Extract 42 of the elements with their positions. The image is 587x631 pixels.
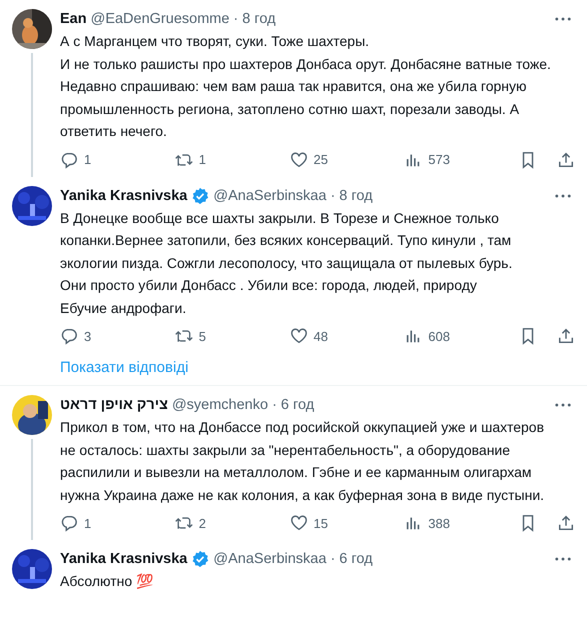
author-handle[interactable]: @EaDenGruesomme	[90, 11, 230, 27]
post-text: А с Марганцем что творят, суки. Тоже шахтеры. И не только рашисты про шахтеров Донбаса орут. Донбасяне ватные тоже. Недавно спрашиваю: чем вам раша так нравится, она же убила горную промышленность региона, затоплено сотню шахт, порезали заводы. А ответить нечего.	[60, 32, 552, 141]
reply-count: 3	[84, 328, 92, 344]
more-icon[interactable]	[555, 17, 571, 21]
author-handle[interactable]: @AnaSerbinskaa	[213, 188, 326, 204]
post-time[interactable]: · 8 год	[233, 11, 276, 27]
repost-count: 1	[198, 152, 206, 167]
reply-icon[interactable]	[60, 327, 78, 345]
heart-icon[interactable]	[290, 514, 308, 532]
share-icon[interactable]	[557, 327, 575, 345]
more-icon[interactable]	[555, 403, 571, 407]
heart-icon[interactable]	[290, 327, 308, 345]
reply-count: 1	[84, 516, 92, 530]
repost-count: 2	[198, 516, 206, 530]
author-name[interactable]: Ean	[60, 11, 87, 27]
post-time[interactable]: · 8 год	[330, 188, 373, 204]
share-icon[interactable]	[557, 150, 575, 168]
reply-icon[interactable]	[60, 514, 78, 532]
post-time[interactable]: · 6 год	[272, 397, 314, 413]
like-count: 48	[314, 328, 328, 344]
author-name[interactable]: Yanika Krasnivska	[60, 551, 188, 567]
post-time[interactable]: · 6 год	[330, 551, 373, 567]
repost-count: 5	[198, 328, 206, 344]
post-text: Прикол в том, что на Донбассе под росийской оккупацией уже и шахтеров не осталось: шахты закрыли за "нерентабельность", а оборудование распилили и вывезли на металлолом. Гэбне и ее карманным олигархам нужна Украина даже не как колония, а как буферная зона в виде пустыни.	[60, 418, 546, 505]
author-handle[interactable]: @syemchenko	[172, 397, 268, 413]
author-handle[interactable]: @AnaSerbinskaa	[213, 551, 326, 567]
share-icon[interactable]	[557, 514, 575, 532]
like-count: 15	[314, 516, 328, 530]
like-count: 25	[314, 152, 328, 167]
view-count: 608	[428, 328, 450, 344]
more-icon[interactable]	[555, 557, 571, 561]
more-icon[interactable]	[555, 194, 571, 198]
view-count: 573	[428, 152, 450, 167]
reply-icon[interactable]	[60, 150, 78, 168]
author-name[interactable]: צירק אויפן דראט	[60, 397, 168, 413]
view-count: 388	[428, 516, 450, 530]
reply-count: 1	[84, 152, 92, 167]
post-text: В Донецке вообще все шахты закрыли. В Торезе и Снежное только копанки.Вернее затопили, без всяких консерваций. Тупо кинули , там экологии пизда. Сожгли лесополосу, что защищала от пылевых бурь. Они просто убили Донбасс . Убили все: города, людей, природу Ебучие андрофаги.	[60, 208, 514, 318]
author-name[interactable]: Yanika Krasnivska	[60, 188, 188, 204]
heart-icon[interactable]	[290, 150, 308, 168]
post-text: Абсолютно 💯	[60, 572, 154, 591]
post[interactable]: Yanika Krasnivska @AnaSerbinskaa · 6 год Абсолютно 💯	[0, 540, 587, 592]
